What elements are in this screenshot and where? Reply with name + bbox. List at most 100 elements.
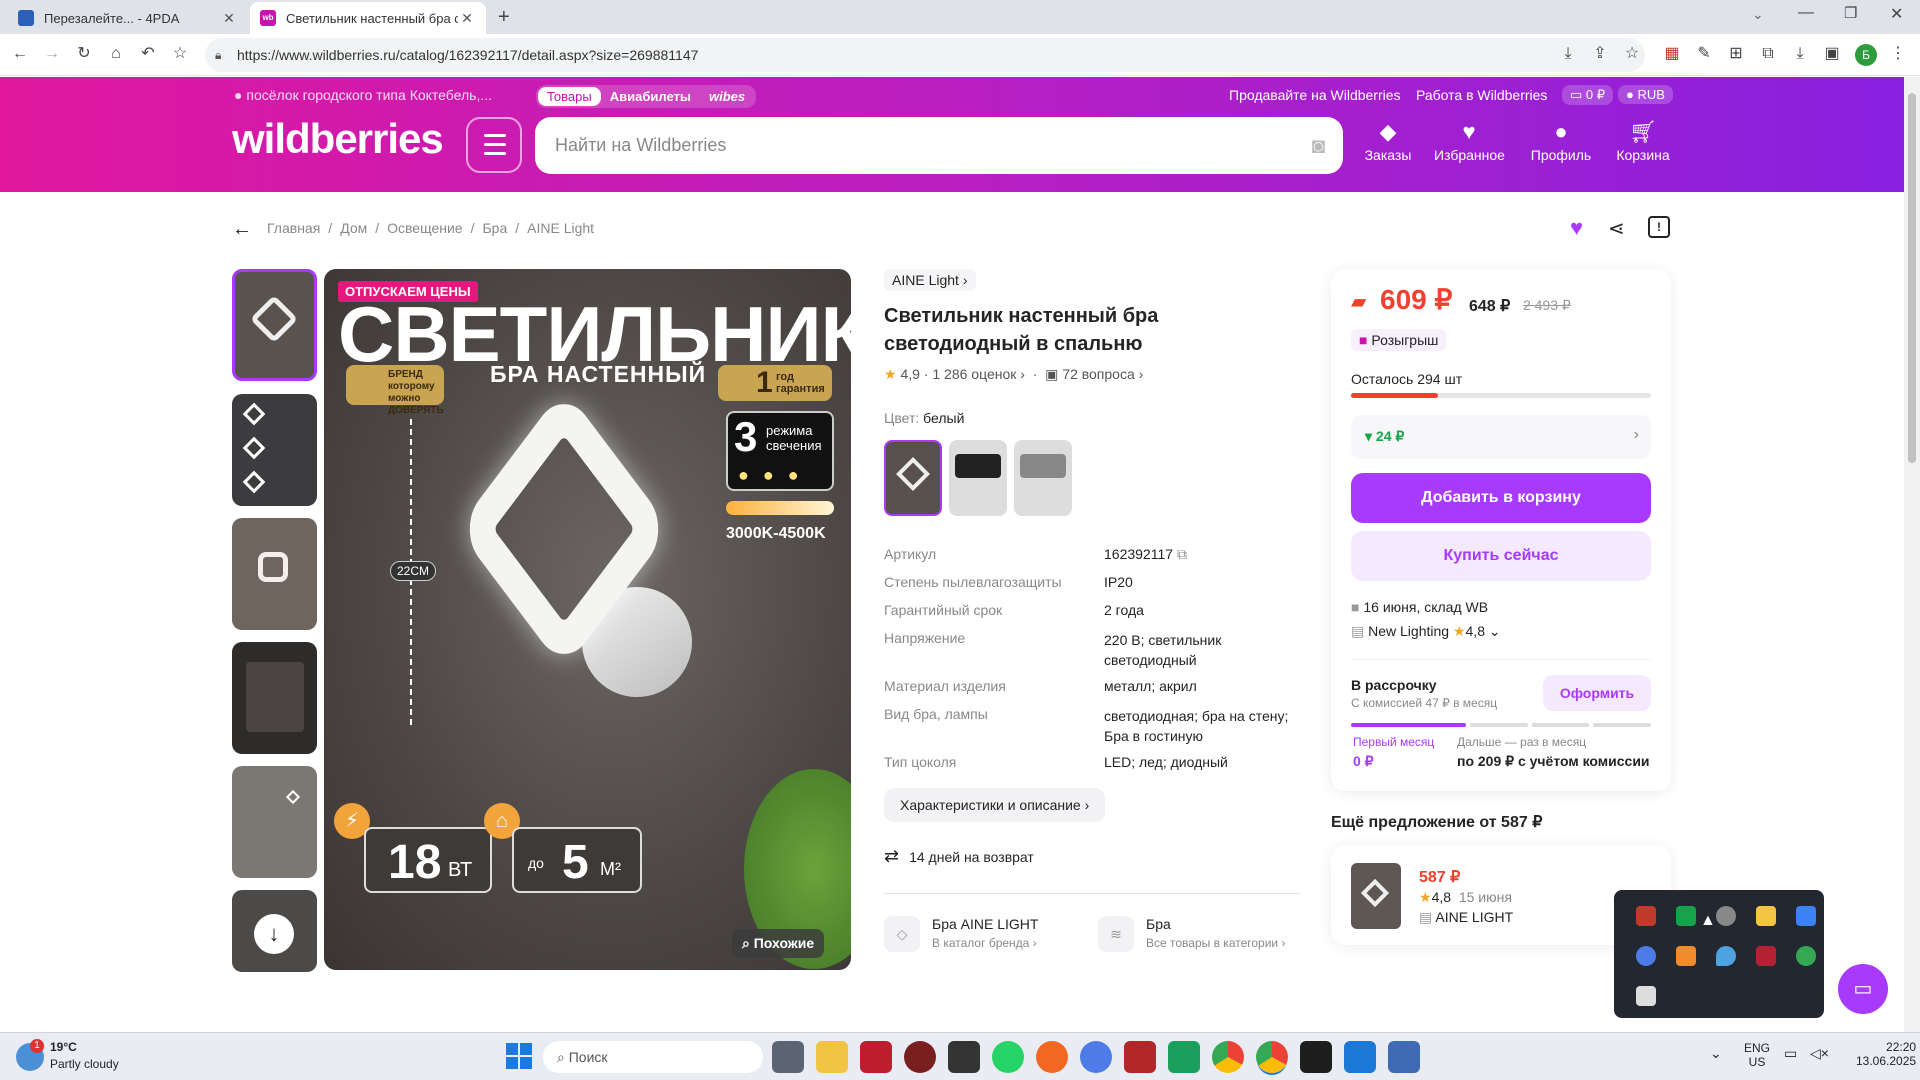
menu-dots-icon[interactable]: ⋮ — [1886, 42, 1910, 66]
tray-expand-icon[interactable]: ⌄ — [1710, 1045, 1722, 1062]
new-tab-icon[interactable]: + — [498, 6, 510, 29]
currency-pill[interactable]: ● RUB — [1618, 85, 1673, 104]
app-orange-icon[interactable] — [1036, 1041, 1068, 1073]
tray-qbittorrent-icon[interactable] — [1636, 946, 1656, 966]
forward-icon[interactable]: → — [40, 42, 64, 66]
product-main-image[interactable]: ОТПУСКАЕМ ЦЕНЫ СВЕТИЛЬНИК БРА НАСТЕННЫЙ … — [324, 269, 851, 970]
balance-pill[interactable]: ▭ 0 ₽ — [1562, 85, 1614, 105]
back-icon[interactable]: ← — [8, 42, 32, 66]
raffle-badge[interactable]: ■ Розыгрыш — [1351, 329, 1447, 351]
back-arrow-icon[interactable]: ← — [232, 218, 252, 241]
thumbnail-4[interactable] — [232, 642, 317, 754]
share-icon[interactable]: ⋖ — [1608, 216, 1625, 241]
tray-flag-icon[interactable] — [1756, 946, 1776, 966]
orders-nav[interactable]: ◆ Заказы — [1353, 117, 1423, 163]
work-link[interactable]: Работа в Wildberries — [1416, 87, 1547, 103]
clock[interactable]: 22:20 13.06.2025 — [1856, 1040, 1916, 1068]
qbittorrent-icon[interactable] — [1080, 1041, 1112, 1073]
maximize-icon[interactable]: ❐ — [1844, 4, 1857, 22]
page-scrollbar[interactable] — [1904, 77, 1920, 1032]
copy-icon[interactable]: ⧉ — [1177, 546, 1187, 562]
reload-icon[interactable]: ↻ — [72, 42, 96, 66]
language-indicator[interactable]: ENG US — [1744, 1041, 1770, 1069]
similar-button[interactable]: ⌕ Похожие — [732, 929, 825, 958]
sell-link[interactable]: Продавайте на Wildberries — [1229, 87, 1401, 103]
report-icon[interactable]: ! — [1648, 216, 1670, 238]
tab-goods[interactable]: Товары — [538, 87, 601, 106]
whatsapp-icon[interactable] — [992, 1041, 1024, 1073]
color-variant-grey[interactable] — [1014, 440, 1072, 516]
extensions-grid-icon[interactable]: ⊞ — [1724, 42, 1748, 66]
questions-link[interactable]: 72 вопроса — [1062, 366, 1134, 382]
favorites-nav[interactable]: ♥ Избранное — [1434, 117, 1505, 163]
category-link[interactable]: ≋ Бра Все товары в категории › — [1098, 912, 1298, 958]
undo-icon[interactable]: ↶ — [136, 42, 160, 66]
wildberries-logo[interactable]: wildberries — [232, 115, 444, 163]
add-to-cart-button[interactable]: Добавить в корзину — [1351, 473, 1651, 523]
tab-search-icon[interactable]: ⌄ — [1752, 6, 1764, 23]
taskbar-search[interactable]: ⌕ Поиск — [543, 1041, 763, 1073]
thumbnail-2[interactable] — [232, 394, 317, 506]
home-icon[interactable]: ⌂ — [104, 42, 128, 66]
share-icon[interactable]: ⇪ — [1588, 42, 1612, 66]
buy-now-button[interactable]: Купить сейчас — [1351, 531, 1651, 581]
scrollbar-thumb[interactable] — [1908, 93, 1916, 463]
thumbnail-6[interactable]: ↓ — [232, 890, 317, 972]
profile-avatar[interactable]: Б — [1855, 44, 1877, 66]
thumbnail-3[interactable] — [232, 518, 317, 630]
minimize-icon[interactable]: — — [1798, 4, 1814, 22]
tray-drop-icon[interactable] — [1716, 946, 1736, 966]
crumb-home[interactable]: Главная — [267, 220, 320, 236]
app-red-icon[interactable] — [904, 1041, 936, 1073]
chat-support-icon[interactable]: ▭ — [1838, 964, 1888, 1014]
task-view-icon[interactable] — [772, 1041, 804, 1073]
profile-nav[interactable]: ● Профиль — [1526, 117, 1596, 163]
seller-row[interactable]: ▤ New Lighting ★4,8 ⌄ — [1351, 623, 1501, 640]
extension-calendar-icon[interactable]: ▦ — [1660, 42, 1684, 66]
catalog-menu-button[interactable] — [466, 117, 522, 173]
search-input[interactable]: Найти на Wildberries ◙ — [535, 117, 1343, 174]
close-tab-icon[interactable]: ✕ — [458, 10, 476, 27]
tray-network-icon[interactable] — [1796, 906, 1816, 926]
color-variant-white[interactable] — [884, 440, 942, 516]
excel-icon[interactable] — [1168, 1041, 1200, 1073]
crumb-dom[interactable]: Дом — [340, 220, 367, 236]
tray-shield-icon[interactable] — [1716, 906, 1736, 926]
price-history-row[interactable]: ▾ 24 ₽ › — [1351, 415, 1651, 459]
tray-sync-icon[interactable] — [1796, 946, 1816, 966]
scroll-down-arrow-icon[interactable]: ↓ — [254, 914, 294, 954]
thumbnail-5[interactable] — [232, 766, 317, 878]
extension-edit-icon[interactable]: ✎ — [1692, 42, 1716, 66]
tab-wildberries[interactable]: wb Светильник настенный бра све ✕ — [250, 2, 486, 34]
crop-icon[interactable]: ⧉ — [1756, 42, 1780, 66]
bookmark-star-icon[interactable]: ☆ — [168, 42, 192, 66]
star-icon[interactable]: ☆ — [1620, 42, 1644, 66]
network-icon[interactable]: ▭ — [1784, 1045, 1797, 1062]
brand-catalog-link[interactable]: ◇ Бра AINE LIGHT В каталог бренда › — [884, 912, 1084, 958]
start-button-icon[interactable] — [506, 1043, 532, 1069]
chrome-active-icon[interactable] — [1256, 1041, 1288, 1073]
app-star-icon[interactable] — [1300, 1041, 1332, 1073]
app-square-red-icon[interactable] — [1124, 1041, 1156, 1073]
close-window-icon[interactable]: ✕ — [1890, 4, 1903, 24]
address-bar[interactable]: 🔒︎ https://www.wildberries.ru/catalog/16… — [205, 38, 1645, 72]
location-link[interactable]: ● посёлок городского типа Коктебель,... — [234, 87, 492, 103]
chrome-icon[interactable] — [1212, 1041, 1244, 1073]
tab-wibes[interactable]: wibes — [700, 87, 754, 106]
camera-search-icon[interactable]: ◙ — [1312, 117, 1325, 174]
cart-nav[interactable]: 🛒︎ Корзина — [1608, 117, 1678, 163]
volume-muted-icon[interactable]: ◁× — [1810, 1045, 1829, 1062]
close-tab-icon[interactable]: ✕ — [220, 10, 238, 27]
tray-usb-icon[interactable] — [1636, 986, 1656, 1006]
brand-chip[interactable]: AINE Light › — [884, 269, 976, 291]
reviews-link[interactable]: 1 286 оценок — [932, 366, 1016, 382]
media-icon[interactable] — [948, 1041, 980, 1073]
thumbnail-1[interactable] — [232, 269, 317, 381]
install-icon[interactable]: ⤓ — [1556, 42, 1580, 66]
color-variant-black[interactable] — [949, 440, 1007, 516]
calculator-icon[interactable] — [1388, 1041, 1420, 1073]
specs-description-button[interactable]: Характеристики и описание › — [884, 788, 1106, 822]
tab-avia[interactable]: Авиабилеты — [601, 87, 700, 106]
favorite-heart-icon[interactable]: ♥ — [1570, 215, 1583, 241]
tray-box-icon[interactable] — [1676, 946, 1696, 966]
